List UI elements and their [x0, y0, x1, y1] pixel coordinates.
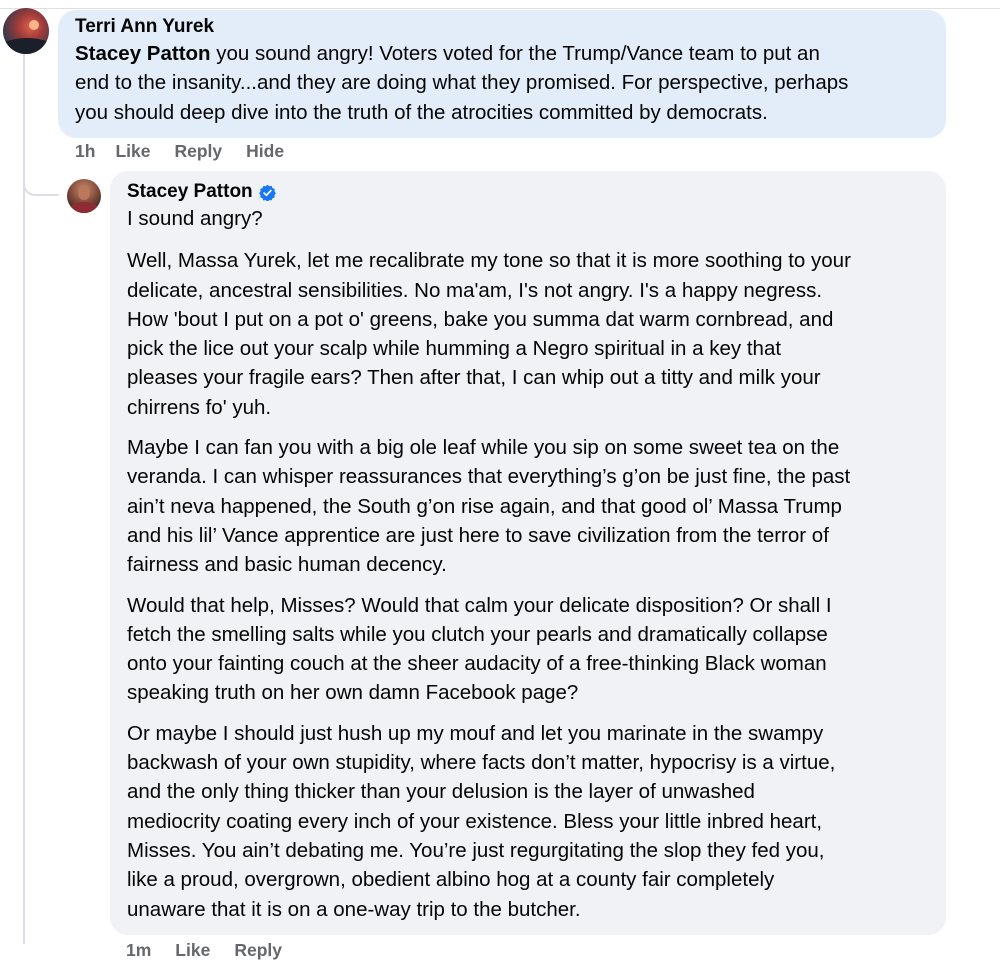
top-divider: [0, 8, 1000, 9]
comment-actions: 1h Like Reply Hide: [75, 139, 308, 163]
reply-author[interactable]: Stacey Patton: [127, 180, 253, 204]
comment-author[interactable]: Terri Ann Yurek: [75, 15, 929, 39]
comment-mention[interactable]: Stacey Patton: [75, 42, 211, 65]
reply-bubble: Stacey Patton I sound angry? Well, Massa…: [110, 171, 946, 935]
avatar-stacey[interactable]: [67, 179, 101, 213]
avatar-terri[interactable]: [3, 8, 49, 54]
reply-reply-button[interactable]: Reply: [234, 938, 282, 962]
avatar-shirt-shape: [69, 202, 99, 213]
verified-badge-icon: [258, 184, 276, 201]
thread-connector-branch: [23, 180, 59, 196]
reply-paragraph: Maybe I can fan you with a big ole leaf …: [127, 436, 851, 577]
reply-timestamp[interactable]: 1m: [126, 938, 151, 962]
reply-paragraph: I sound angry?: [127, 207, 263, 230]
comment-text: Stacey Patton you sound angry! Voters vo…: [75, 39, 929, 127]
reply-paragraph: Would that help, Misses? Would that calm…: [127, 593, 832, 705]
reply-paragraph: Or maybe I should just hush up my mouf a…: [127, 721, 836, 921]
avatar-hill-shape: [3, 38, 49, 54]
reply-author-row: Stacey Patton: [127, 180, 929, 204]
reply-actions: 1m Like Reply: [126, 938, 306, 962]
comment-hide-button[interactable]: Hide: [246, 139, 284, 163]
comment-reply-button[interactable]: Reply: [174, 139, 222, 163]
reply-paragraph: Well, Massa Yurek, let me recalibrate my…: [127, 249, 851, 419]
avatar-face-shape: [78, 186, 90, 200]
comment-like-button[interactable]: Like: [115, 139, 150, 163]
comment-bubble: Terri Ann Yurek Stacey Patton you sound …: [58, 10, 946, 138]
reply-like-button[interactable]: Like: [175, 938, 210, 962]
avatar-sun-shape: [29, 20, 39, 30]
comment-timestamp[interactable]: 1h: [75, 139, 95, 163]
